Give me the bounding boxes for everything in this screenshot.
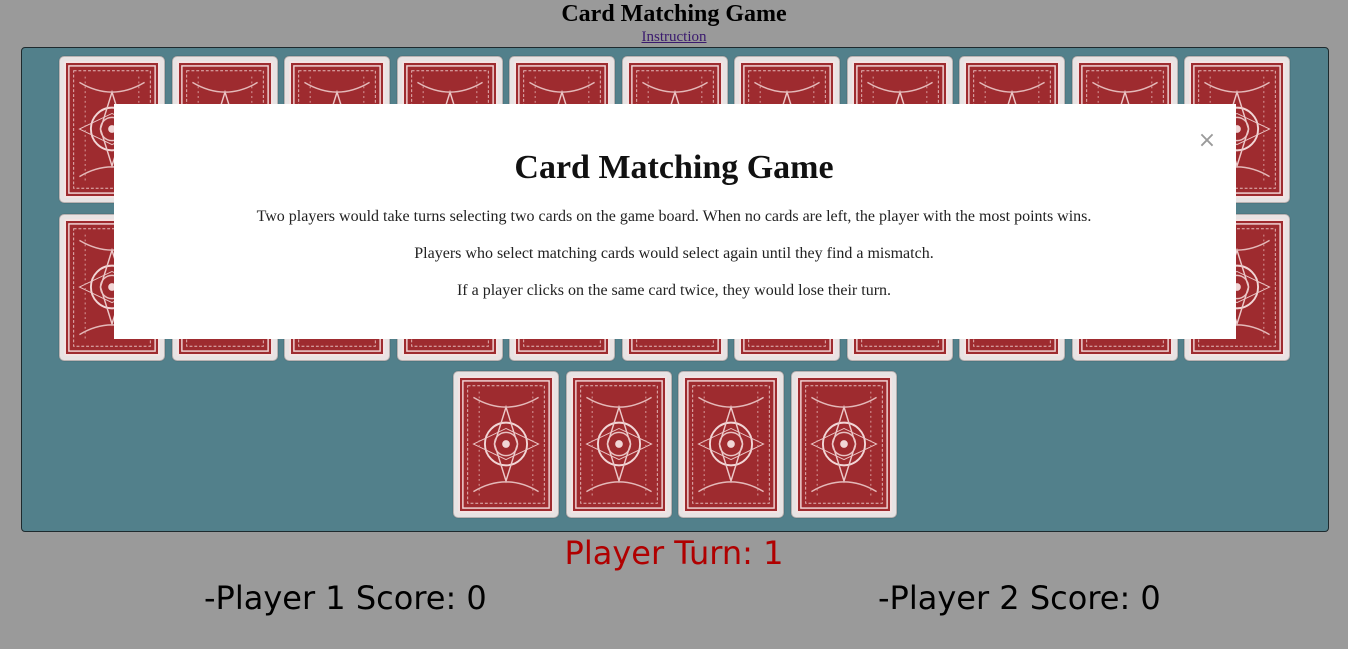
modal-rule-3: If a player clicks on the same card twic… — [456, 282, 892, 299]
modal-title: Card Matching Game — [514, 149, 834, 186]
player-turn: Player Turn: 1 — [564, 534, 784, 572]
player2-score: -Player 2 Score: 0 — [878, 579, 1161, 617]
modal-rule-2: Players who select matching cards would … — [414, 245, 934, 262]
player1-score: -Player 1 Score: 0 — [204, 579, 487, 617]
modal-rule-1: Two players would take turns selecting t… — [256, 208, 1092, 225]
